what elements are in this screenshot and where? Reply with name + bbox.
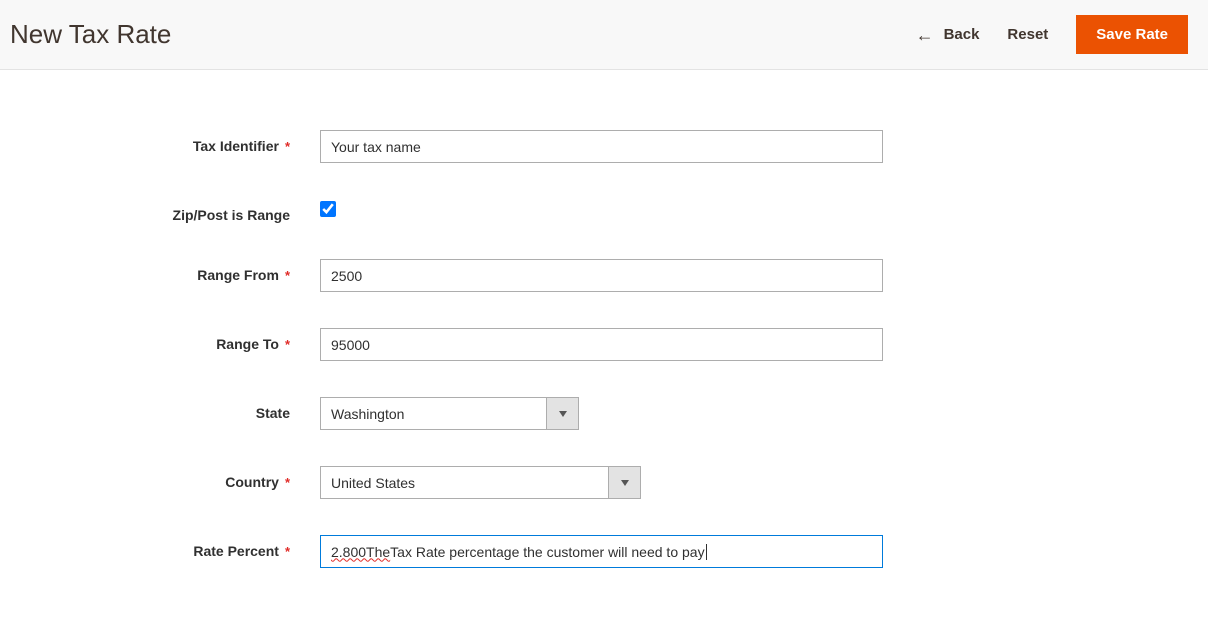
field-tax-identifier: Tax Identifier * [0, 130, 1208, 163]
required-star-icon: * [285, 544, 290, 559]
range-to-input[interactable] [320, 328, 883, 361]
back-label: Back [944, 26, 980, 43]
back-button[interactable]: ← Back [916, 26, 980, 44]
label-state: State [0, 397, 320, 421]
chevron-down-icon [621, 480, 629, 486]
label-zip-range: Zip/Post is Range [0, 199, 320, 223]
header-actions: ← Back Reset Save Rate [916, 15, 1188, 54]
state-dropdown-button[interactable] [546, 397, 579, 430]
range-from-input[interactable] [320, 259, 883, 292]
field-state: State Washington [0, 397, 1208, 430]
required-star-icon: * [285, 337, 290, 352]
required-star-icon: * [285, 268, 290, 283]
rate-percent-prefix: 2.800The [331, 544, 390, 560]
field-range-to: Range To * [0, 328, 1208, 361]
label-country: Country * [0, 466, 320, 490]
page-header: New Tax Rate ← Back Reset Save Rate [0, 0, 1208, 70]
tax-identifier-input[interactable] [320, 130, 883, 163]
reset-button[interactable]: Reset [1007, 26, 1048, 43]
label-range-from: Range From * [0, 259, 320, 283]
rate-percent-rest: Tax Rate percentage the customer will ne… [390, 544, 704, 560]
label-tax-identifier: Tax Identifier * [0, 130, 320, 154]
field-range-from: Range From * [0, 259, 1208, 292]
state-select-value: Washington [320, 397, 546, 430]
country-dropdown-button[interactable] [608, 466, 641, 499]
field-rate-percent: Rate Percent * 2.800The Tax Rate percent… [0, 535, 1208, 568]
required-star-icon: * [285, 475, 290, 490]
country-select[interactable]: United States [320, 466, 883, 499]
required-star-icon: * [285, 139, 290, 154]
arrow-left-icon: ← [916, 26, 934, 44]
save-rate-button[interactable]: Save Rate [1076, 15, 1188, 54]
zip-range-checkbox[interactable] [320, 201, 336, 217]
state-select[interactable]: Washington [320, 397, 883, 430]
field-country: Country * United States [0, 466, 1208, 499]
chevron-down-icon [559, 411, 567, 417]
label-range-to: Range To * [0, 328, 320, 352]
rate-percent-input[interactable]: 2.800The Tax Rate percentage the custome… [320, 535, 883, 568]
label-rate-percent: Rate Percent * [0, 535, 320, 559]
field-zip-range: Zip/Post is Range [0, 199, 1208, 223]
form-area: Tax Identifier * Zip/Post is Range Range… [0, 70, 1208, 634]
page-title: New Tax Rate [10, 19, 171, 50]
country-select-value: United States [320, 466, 608, 499]
